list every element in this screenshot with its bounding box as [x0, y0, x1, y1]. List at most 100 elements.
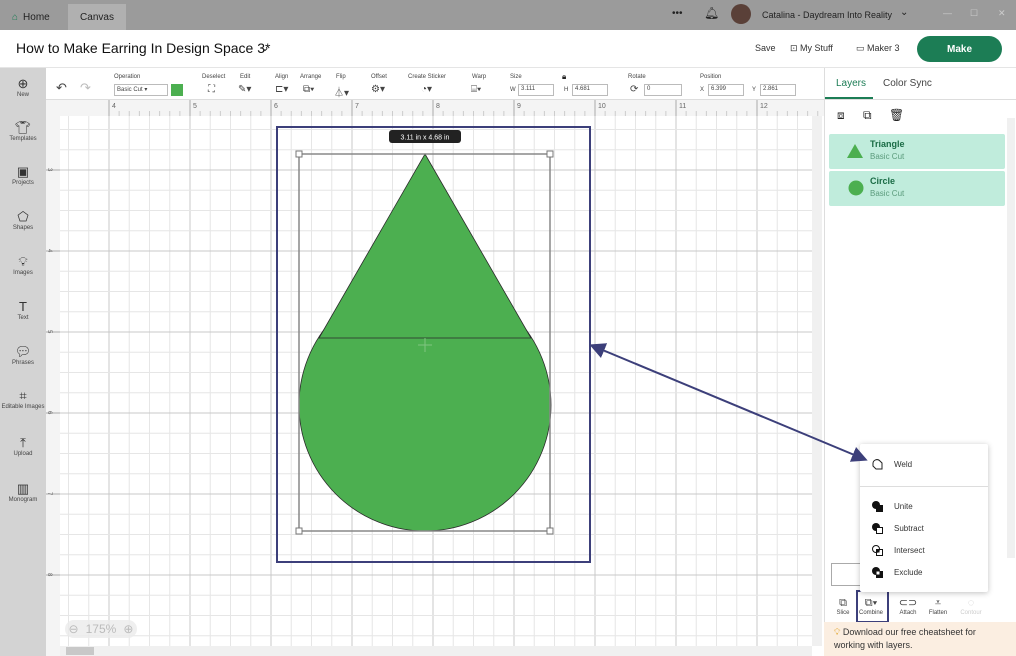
h-label: H — [564, 87, 569, 93]
sidebar-item-phrases[interactable]: 💬︎ Phrases — [0, 344, 46, 366]
panel-scrollbar[interactable] — [1007, 118, 1015, 558]
machine-icon: ▭ — [856, 43, 868, 53]
sidebar-item-editable-images[interactable]: ⌗ Editable Images — [0, 388, 46, 410]
sidebar-item-images[interactable]: 💡︎ Images — [0, 254, 46, 276]
x-input[interactable]: 6.399 — [708, 84, 744, 96]
sidebar-item-text[interactable]: T Text — [0, 299, 46, 321]
resize-handle[interactable] — [295, 527, 303, 535]
operation-select[interactable]: Basic Cut ▾ — [114, 84, 168, 96]
deselect-icon[interactable]: ⛶ — [208, 84, 215, 95]
vertical-scrollbar[interactable] — [812, 116, 822, 646]
plus-circle-icon: ⊕ — [17, 76, 29, 91]
header: How to Make Earring In Design Space 3* ⌄… — [0, 30, 1016, 68]
create-sticker-label: Create Sticker — [408, 74, 447, 80]
circle-icon — [848, 180, 864, 196]
my-stuff-button[interactable]: ⊡ My Stuff — [790, 43, 833, 54]
layer-operation: Basic Cut — [870, 189, 905, 198]
sidebar-item-templates[interactable]: 👕︎ Templates — [0, 120, 46, 142]
width-input[interactable]: 3.111 — [518, 84, 554, 96]
scrollbar-thumb[interactable] — [66, 647, 94, 655]
menu-item-unite[interactable]: Unite — [894, 502, 913, 511]
slice-button[interactable]: ⧉ Slice — [828, 596, 858, 616]
combine-icon: ⧉▾ — [864, 597, 878, 609]
subtract-icon — [872, 523, 883, 534]
y-input[interactable]: 2.861 — [760, 84, 796, 96]
group-icon[interactable]: ⧈ — [837, 108, 845, 123]
tab-color-sync[interactable]: Color Sync — [883, 78, 932, 89]
tab-home[interactable]: ⌂ Home — [0, 4, 62, 30]
sidebar-item-shapes[interactable]: ⬠ Shapes — [0, 209, 46, 231]
sidebar-item-label: Editable Images — [1, 404, 45, 410]
operation-value: Basic Cut — [117, 87, 143, 93]
align-icon[interactable]: ⊏▾ — [275, 84, 288, 95]
button-label: Contour — [960, 610, 982, 616]
sidebar-item-monogram[interactable]: ▥ Monogram — [0, 481, 46, 503]
undo-icon[interactable]: ↶ — [56, 80, 67, 96]
project-title[interactable]: How to Make Earring In Design Space 3* — [16, 40, 270, 56]
rotate-input[interactable]: 0 — [644, 84, 682, 96]
avatar[interactable] — [731, 4, 751, 24]
sidebar-item-new[interactable]: ⊕ New — [0, 76, 46, 98]
tab-layers[interactable]: Layers — [836, 78, 866, 89]
horizontal-scrollbar[interactable] — [60, 646, 812, 656]
arrange-label: Arrange — [300, 74, 322, 80]
menu-item-exclude[interactable]: Exclude — [894, 568, 922, 577]
sticker-icon[interactable]: ◔▾ — [421, 84, 432, 95]
menu-item-weld[interactable]: Weld — [894, 460, 912, 469]
arrange-icon[interactable]: ⧉▾ — [303, 84, 314, 95]
close-icon[interactable]: ✕ — [998, 8, 1006, 19]
shapes-icon: ⬠ — [17, 209, 29, 224]
machine-button[interactable]: ▭ Maker 3 — [856, 43, 900, 54]
save-button[interactable]: Save — [755, 43, 776, 53]
design-canvas[interactable]: 4 5 6 7 8 9 10 11 123456783.11 in x 4.68 in — [46, 100, 824, 656]
resize-handle[interactable] — [546, 150, 554, 158]
ruler-x-label: 12 — [760, 103, 768, 110]
tab-canvas[interactable]: Canvas — [68, 4, 126, 30]
layer-name: Circle — [870, 176, 896, 186]
deselect-label: Deselect — [202, 74, 226, 80]
attach-button[interactable]: ⊂⊃ Attach — [893, 596, 923, 616]
inbox-icon: ⊡ — [790, 43, 801, 53]
flatten-button[interactable]: ⩡ Flatten — [923, 596, 953, 616]
lock-icon[interactable]: 🔒︎ — [562, 72, 566, 82]
tab-label: Canvas — [80, 11, 114, 23]
layer-item-triangle[interactable]: Triangle Basic Cut — [829, 134, 1005, 169]
maximize-icon[interactable]: ☐ — [970, 8, 978, 19]
trash-icon[interactable]: 🗑︎ — [889, 108, 904, 122]
duplicate-icon[interactable]: ⧉ — [863, 108, 872, 123]
flip-icon[interactable]: ⏃▾ — [334, 84, 349, 99]
cheatsheet-banner[interactable]: 💡︎ Download our free cheatsheet for work… — [824, 622, 1016, 656]
color-swatch[interactable] — [171, 84, 183, 96]
bell-icon[interactable]: 🔔︎ — [704, 6, 719, 20]
offset-icon[interactable]: ⚙▾ — [371, 84, 385, 95]
user-name[interactable]: Catalina - Daydream Into Reality — [762, 10, 892, 20]
redo-icon[interactable]: ↷ — [80, 80, 91, 96]
combine-menu: Weld Unite Subtract Intersect Exclude — [860, 444, 988, 592]
pencil-icon[interactable]: ✎▾ — [238, 84, 251, 95]
zoom-in-icon[interactable]: ⊕ — [123, 622, 133, 636]
sidebar-item-projects[interactable]: ▣ Projects — [0, 164, 46, 186]
resize-handle[interactable] — [295, 150, 303, 158]
resize-handle[interactable] — [546, 527, 554, 535]
height-input[interactable]: 4.681 — [572, 84, 608, 96]
zoom-out-icon[interactable]: ⊖ — [69, 622, 79, 636]
ruler-x-label: 11 — [679, 103, 686, 110]
minimize-icon[interactable]: — — [943, 8, 952, 18]
contour-button[interactable]: ◌ Contour — [956, 596, 986, 616]
sidebar-item-upload[interactable]: ⤒ Upload — [0, 435, 46, 457]
menu-item-intersect[interactable]: Intersect — [894, 546, 925, 555]
menu-item-subtract[interactable]: Subtract — [894, 524, 924, 533]
more-icon[interactable]: ••• — [672, 8, 683, 19]
warp-icon[interactable]: ⌸▾ — [471, 84, 481, 95]
chevron-down-icon[interactable]: ⌄ — [260, 40, 270, 54]
make-button[interactable]: Make — [917, 36, 1002, 62]
zoom-control: ⊖ 175% ⊕ — [65, 620, 137, 638]
chevron-down-icon[interactable]: ⌄ — [900, 7, 908, 18]
layer-item-circle[interactable]: Circle Basic Cut — [829, 171, 1005, 206]
unite-icon — [872, 501, 883, 512]
size-tooltip-text: 3.11 in x 4.68 in — [401, 135, 450, 142]
size-label: Size — [510, 74, 522, 80]
rotate-icon[interactable]: ⟳ — [630, 84, 638, 95]
title-bar: ⌂ Home Canvas ••• 🔔︎ Catalina - Daydream … — [0, 0, 1016, 30]
combine-button[interactable]: ⧉▾ Combine — [856, 596, 886, 616]
